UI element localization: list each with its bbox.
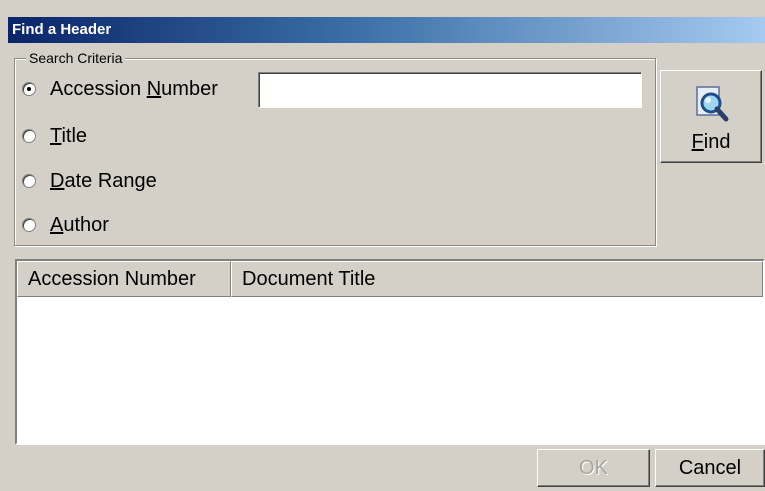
- column-header-accession-number[interactable]: Accession Number: [17, 261, 231, 297]
- find-button[interactable]: Find: [660, 70, 762, 163]
- radio-button[interactable]: [22, 129, 36, 143]
- radio-author[interactable]: Author: [22, 210, 109, 240]
- radio-accession-number[interactable]: Accession Number: [22, 74, 218, 104]
- accession-number-input[interactable]: [258, 72, 642, 108]
- ok-button[interactable]: OK: [537, 449, 650, 487]
- cancel-button[interactable]: Cancel: [655, 449, 765, 487]
- radio-button[interactable]: [22, 218, 36, 232]
- magnifier-icon: [696, 86, 729, 122]
- radio-label: Date Range: [50, 169, 157, 192]
- radio-button[interactable]: [22, 82, 36, 96]
- search-criteria-label: Search Criteria: [26, 50, 126, 66]
- window-title: Find a Header: [12, 21, 112, 38]
- radio-date-range[interactable]: Date Range: [22, 166, 157, 196]
- title-bar: Find a Header: [8, 17, 765, 43]
- radio-label: Author: [50, 213, 109, 236]
- radio-title[interactable]: Title: [22, 121, 87, 151]
- find-label: Find: [691, 131, 731, 153]
- radio-label: Title: [50, 124, 88, 147]
- results-list-header: Accession Number Document Title: [17, 261, 763, 297]
- radio-label: Accession Number: [50, 77, 218, 100]
- column-header-document-title[interactable]: Document Title: [231, 261, 763, 297]
- results-list[interactable]: Accession Number Document Title: [15, 259, 765, 445]
- radio-button[interactable]: [22, 174, 36, 188]
